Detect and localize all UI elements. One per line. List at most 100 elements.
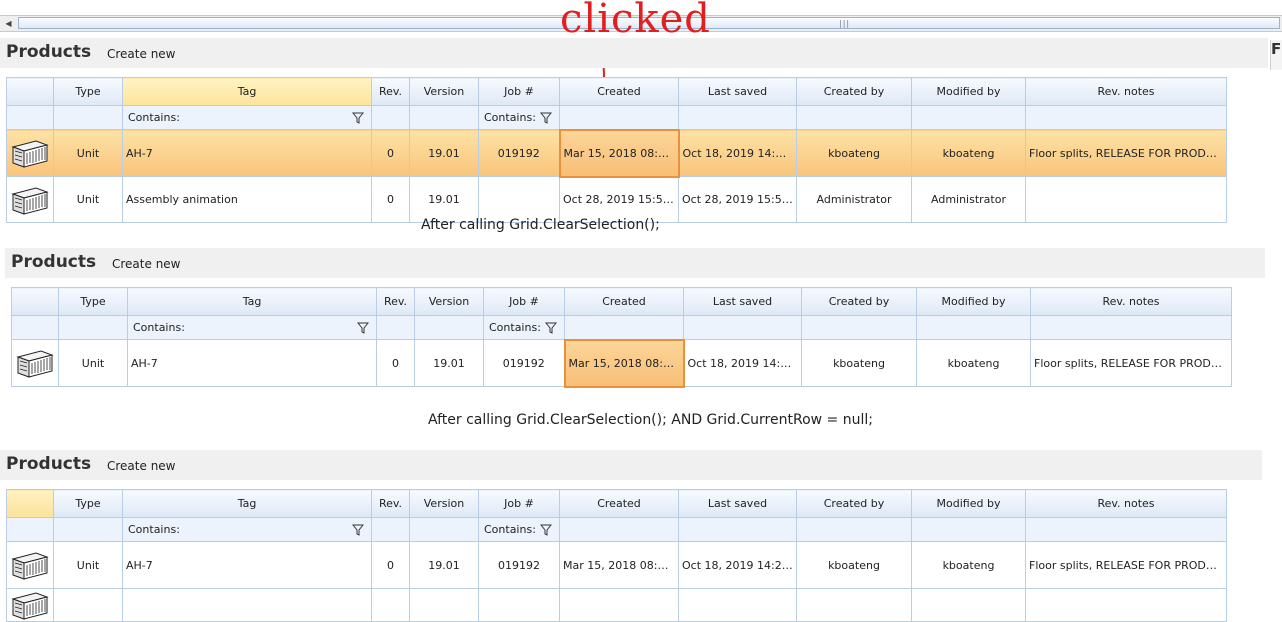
column-header-last-saved[interactable]: Last saved xyxy=(683,287,802,316)
column-header-job[interactable]: Job # xyxy=(483,287,565,316)
cell-last-saved[interactable]: Oct 18, 2019 14:22:28 xyxy=(683,339,802,387)
column-header-job[interactable]: Job # xyxy=(478,77,560,106)
panel-title: Products xyxy=(6,454,92,474)
cell-rev[interactable]: 0 xyxy=(371,129,410,177)
panel-title: Products xyxy=(11,252,97,272)
cell-modified-by[interactable]: kboateng xyxy=(911,129,1026,177)
table-row[interactable] xyxy=(6,588,1227,622)
cell-version[interactable]: 19.01 xyxy=(409,129,479,177)
cell-version[interactable]: 19.01 xyxy=(414,339,484,387)
scroll-left-icon[interactable]: ◀ xyxy=(0,16,17,31)
column-header-version[interactable]: Version xyxy=(409,489,479,518)
cell-created-by[interactable]: kboateng xyxy=(801,339,917,387)
cell-created-by[interactable]: Administrator xyxy=(796,176,912,223)
filter-icon[interactable] xyxy=(545,322,557,334)
column-header-rev[interactable]: Rev. xyxy=(371,489,410,518)
cell-created-by[interactable]: kboateng xyxy=(796,129,912,177)
cell-type[interactable]: Unit xyxy=(53,541,123,589)
cell-tag[interactable]: Assembly animation xyxy=(122,176,372,223)
cell-job[interactable] xyxy=(478,176,560,223)
cell-job[interactable]: 019192 xyxy=(478,129,560,177)
job-filter-cell[interactable]: Contains: xyxy=(478,517,560,542)
table-row[interactable]: Unit Assembly animation 0 19.01 Oct 28, … xyxy=(6,176,1227,223)
create-new-link[interactable]: Create new xyxy=(107,47,176,61)
create-new-link[interactable]: Create new xyxy=(112,257,181,271)
cell-created-selected[interactable]: Mar 15, 2018 08:41:03 xyxy=(563,338,685,388)
column-header-created-by[interactable]: Created by xyxy=(801,287,917,316)
filter-icon[interactable] xyxy=(352,112,364,124)
unit-icon xyxy=(15,347,55,379)
row-indicator-header[interactable] xyxy=(6,77,54,106)
cell-tag[interactable]: AH-7 xyxy=(122,129,372,177)
products-grid-1: Type Tag Rev. Version Job # Created Last… xyxy=(6,77,1227,223)
column-header-last-saved[interactable]: Last saved xyxy=(678,77,797,106)
create-new-link[interactable]: Create new xyxy=(107,459,176,473)
column-header-rev[interactable]: Rev. xyxy=(376,287,415,316)
cell-tag[interactable]: AH-7 xyxy=(122,541,372,589)
table-row[interactable]: Unit AH-7 0 19.01 019192 Mar 15, 2018 08… xyxy=(6,128,1227,178)
job-filter-cell[interactable]: Contains: xyxy=(483,315,565,340)
column-header-last-saved[interactable]: Last saved xyxy=(678,489,797,518)
filter-icon[interactable] xyxy=(540,112,552,124)
cell-version[interactable]: 19.01 xyxy=(409,541,479,589)
column-header-created-by[interactable]: Created by xyxy=(796,489,912,518)
cell-tag[interactable]: AH-7 xyxy=(127,339,377,387)
cell-modified-by[interactable]: kboateng xyxy=(911,541,1026,589)
cell-version[interactable]: 19.01 xyxy=(409,176,479,223)
cell-created-selected[interactable]: Mar 15, 2018 08:41:03 xyxy=(558,128,680,178)
row-indicator-header[interactable] xyxy=(6,489,54,518)
cell-type[interactable]: Unit xyxy=(53,129,123,177)
column-header-rev[interactable]: Rev. xyxy=(371,77,410,106)
column-header-type[interactable]: Type xyxy=(53,77,123,106)
column-header-modified-by[interactable]: Modified by xyxy=(911,77,1026,106)
cell-last-saved[interactable]: Oct 18, 2019 14:22:28 xyxy=(678,129,797,177)
cell-job[interactable]: 019192 xyxy=(478,541,560,589)
column-header-tag[interactable]: Tag xyxy=(122,489,372,518)
cell-modified-by[interactable]: Administrator xyxy=(911,176,1026,223)
cell-last-saved[interactable]: Oct 28, 2019 15:59:22 xyxy=(678,176,797,223)
cell-last-saved[interactable]: Oct 18, 2019 14:22:28 xyxy=(678,541,797,589)
cell-modified-by[interactable]: kboateng xyxy=(916,339,1031,387)
column-header-created[interactable]: Created xyxy=(559,77,679,106)
column-header-type[interactable]: Type xyxy=(53,489,123,518)
tag-filter-cell[interactable]: Contains: xyxy=(127,315,377,340)
cell-rev-notes[interactable]: Floor splits, RELEASE FOR PRODUCTI... xyxy=(1025,541,1227,589)
filter-icon[interactable] xyxy=(357,322,369,334)
column-header-created-by[interactable]: Created by xyxy=(796,77,912,106)
filter-icon[interactable] xyxy=(540,524,552,536)
cell-rev-notes[interactable]: Floor splits, RELEASE FOR PRODUCTI... xyxy=(1030,339,1232,387)
column-header-modified-by[interactable]: Modified by xyxy=(911,489,1026,518)
column-header-tag[interactable]: Tag xyxy=(122,77,372,106)
table-row[interactable]: Unit AH-7 0 19.01 019192 Mar 15, 2018 08… xyxy=(11,338,1232,388)
tag-filter-cell[interactable]: Contains: xyxy=(122,517,372,542)
tag-filter-cell[interactable]: Contains: xyxy=(122,105,372,130)
cell-type[interactable]: Unit xyxy=(58,339,128,387)
column-header-type[interactable]: Type xyxy=(58,287,128,316)
column-header-job[interactable]: Job # xyxy=(478,489,560,518)
column-header-created[interactable]: Created xyxy=(559,489,679,518)
column-header-version[interactable]: Version xyxy=(414,287,484,316)
cell-created-by[interactable]: kboateng xyxy=(796,541,912,589)
cell-job[interactable]: 019192 xyxy=(483,339,565,387)
cell-rev[interactable]: 0 xyxy=(371,541,410,589)
column-header-rev-notes[interactable]: Rev. notes xyxy=(1025,489,1227,518)
row-thumbnail xyxy=(11,339,59,387)
unit-icon xyxy=(10,137,50,169)
column-header-tag[interactable]: Tag xyxy=(127,287,377,316)
cell-type[interactable]: Unit xyxy=(53,176,123,223)
column-header-modified-by[interactable]: Modified by xyxy=(916,287,1031,316)
column-header-rev-notes[interactable]: Rev. notes xyxy=(1025,77,1227,106)
filter-icon[interactable] xyxy=(352,524,364,536)
table-row[interactable]: Unit AH-7 0 19.01 019192 Mar 15, 2018 08… xyxy=(6,541,1227,589)
cell-rev-notes[interactable] xyxy=(1025,176,1227,223)
column-header-rev-notes[interactable]: Rev. notes xyxy=(1030,287,1232,316)
column-header-created[interactable]: Created xyxy=(564,287,684,316)
cell-created[interactable]: Oct 28, 2019 15:57:29 xyxy=(559,176,679,223)
cell-rev[interactable]: 0 xyxy=(376,339,415,387)
cell-rev[interactable]: 0 xyxy=(371,176,410,223)
cell-created[interactable]: Mar 15, 2018 08:41:03 xyxy=(559,541,679,589)
row-indicator-header[interactable] xyxy=(11,287,59,316)
column-header-version[interactable]: Version xyxy=(409,77,479,106)
cell-rev-notes[interactable]: Floor splits, RELEASE FOR PRODUCTI... xyxy=(1025,129,1227,177)
job-filter-cell[interactable]: Contains: xyxy=(478,105,560,130)
